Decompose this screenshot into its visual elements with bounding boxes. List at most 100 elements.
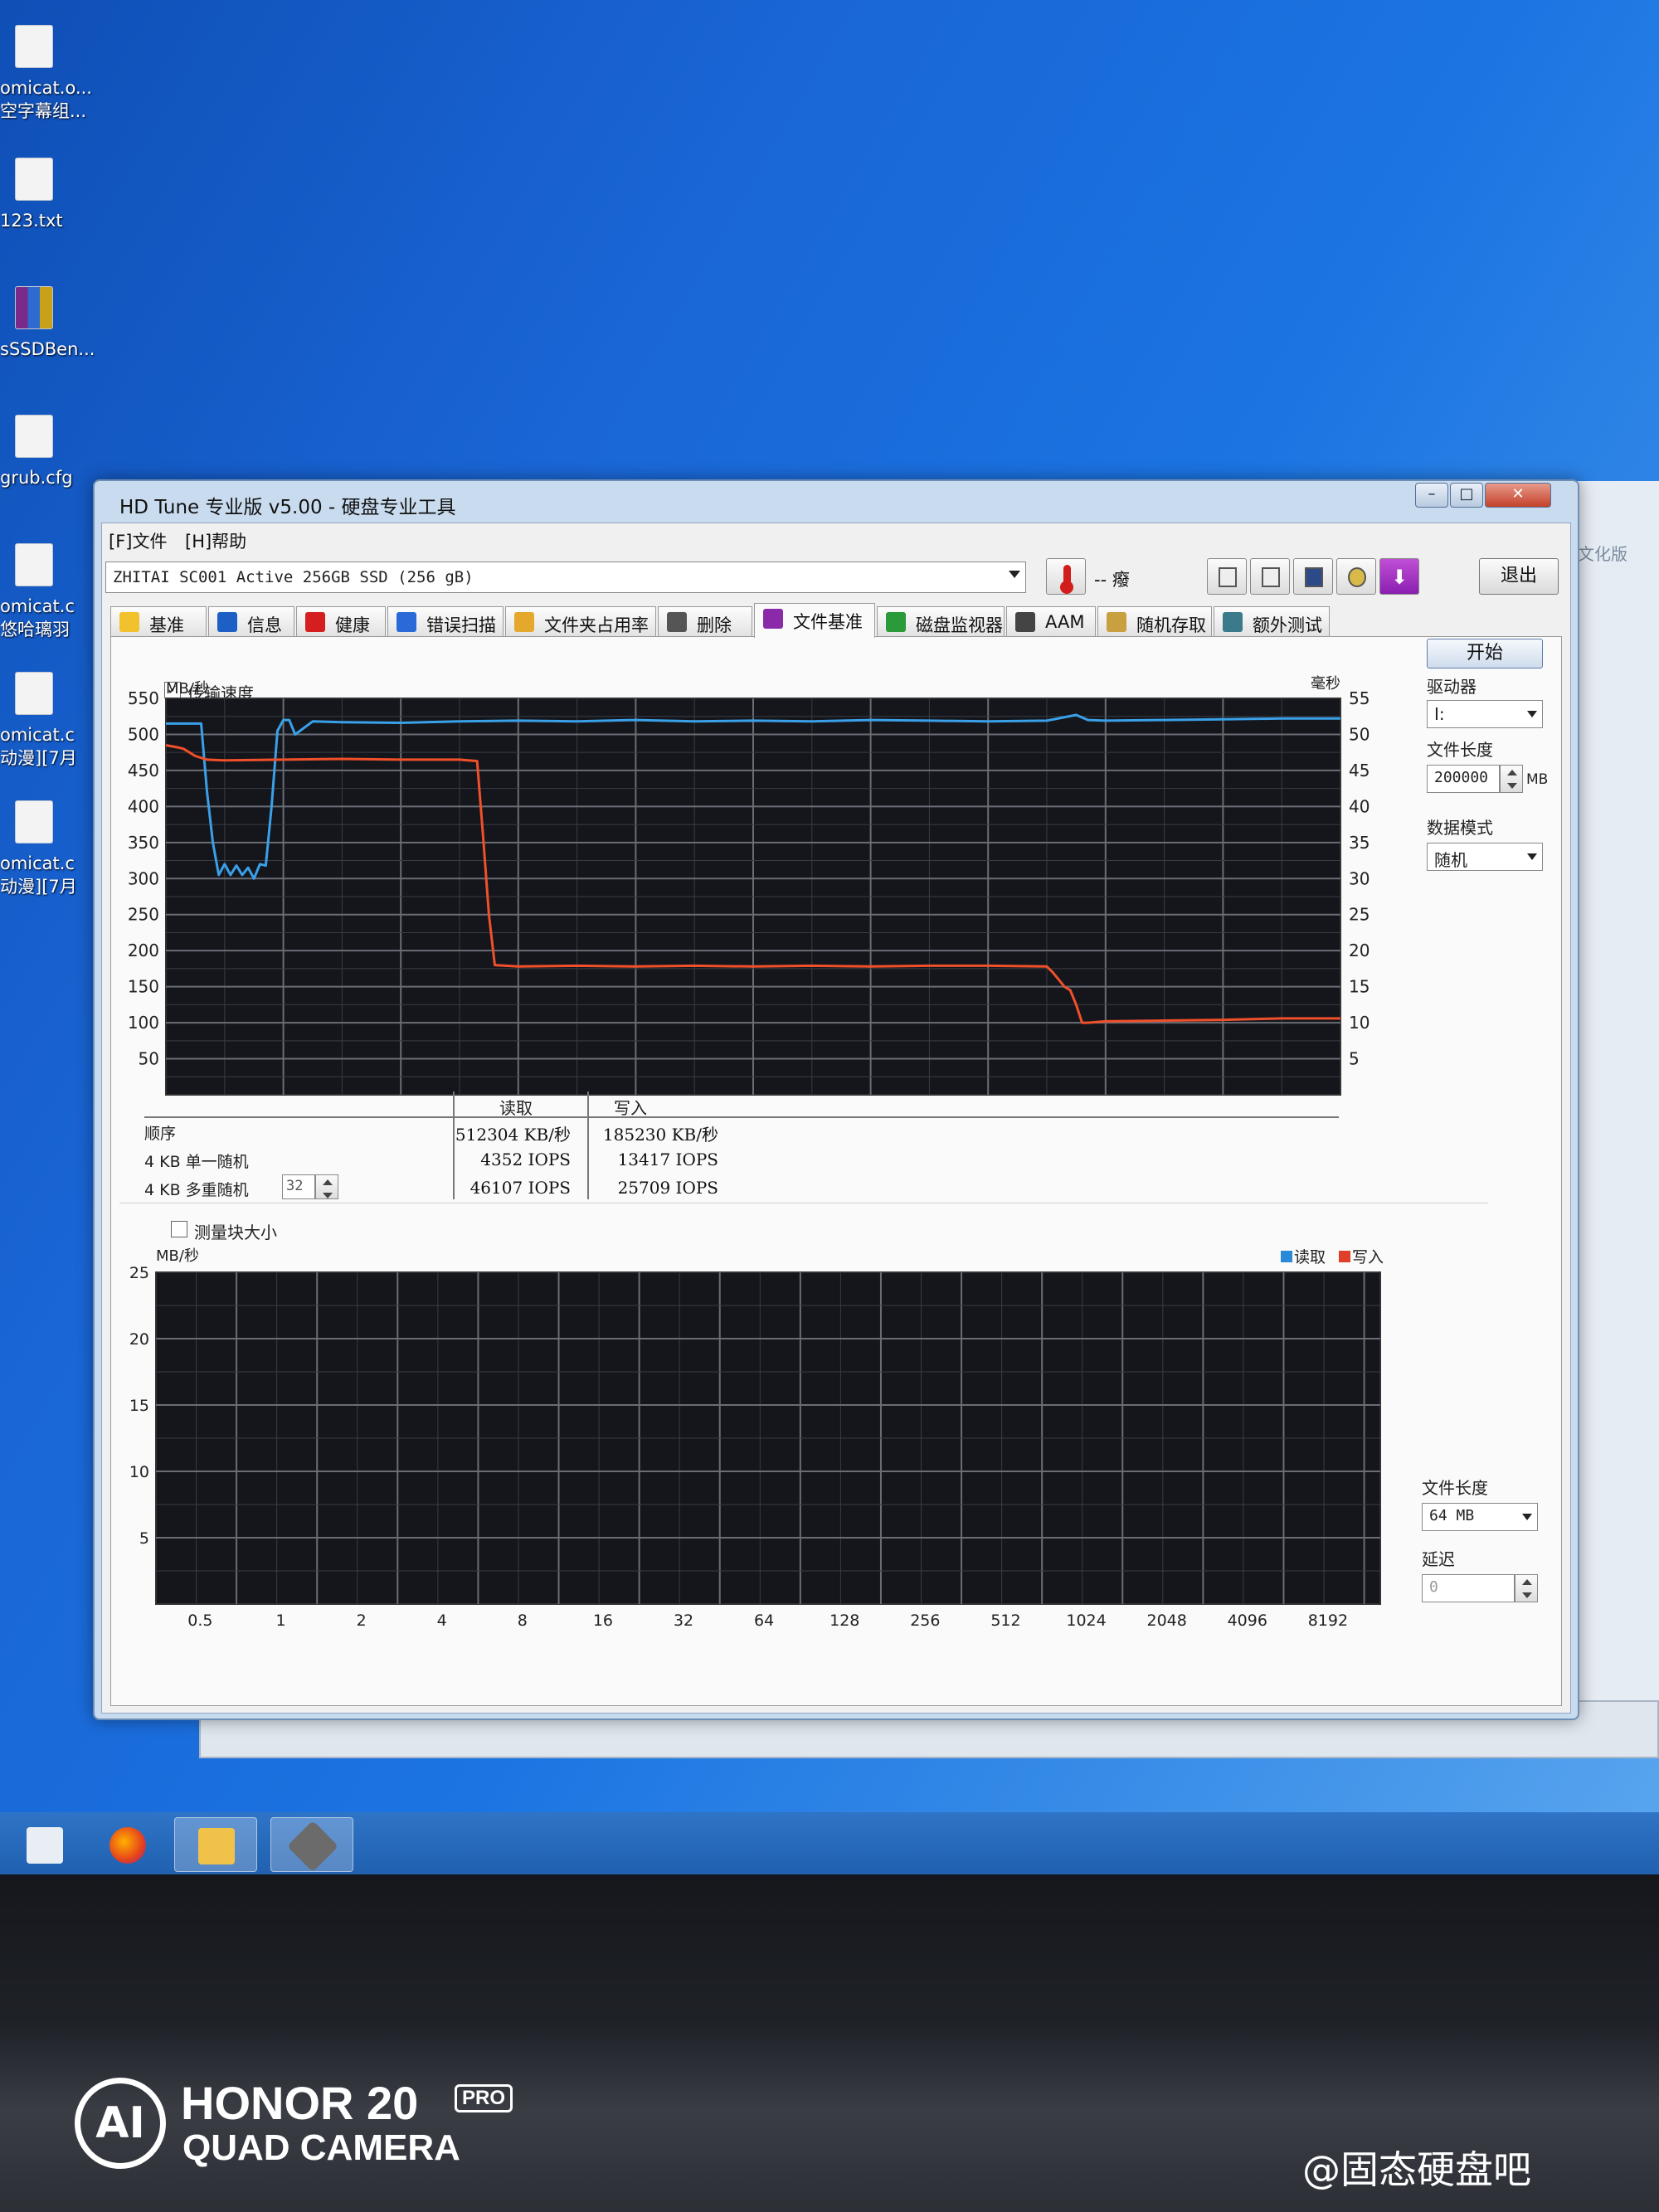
y-tick-label: 250 xyxy=(128,905,159,925)
delay-input[interactable]: 0 xyxy=(1422,1574,1515,1602)
copy-image-button[interactable] xyxy=(1250,558,1290,595)
desktop-icon-label: sSSDBen... xyxy=(0,339,95,359)
taskbar-explorer[interactable] xyxy=(174,1817,257,1872)
desktop-icon-label: 空字幕组... xyxy=(0,101,87,121)
camera-logo: AI xyxy=(75,2078,166,2169)
desktop-icon-label: omicat.o... xyxy=(0,78,92,98)
result-label: 顺序 xyxy=(144,1125,177,1143)
results-divider xyxy=(587,1091,589,1199)
desktop-icon[interactable]: omicat.c 悠哈璃羽 xyxy=(0,543,100,641)
result-write-value: 185230 KB/秒 xyxy=(602,1125,718,1145)
tab-random-access[interactable]: 随机存取 xyxy=(1097,606,1212,636)
taskbar-app-tool[interactable] xyxy=(3,1817,86,1872)
file-length-stepper[interactable] xyxy=(1500,765,1523,793)
menu-help[interactable]: [H]帮助 xyxy=(185,528,246,553)
desktop-icon-label: 悠哈璃羽 xyxy=(0,620,70,639)
tab-disk-monitor[interactable]: 磁盘监视器 xyxy=(877,606,1005,636)
x-tick-label: 0.5 xyxy=(187,1612,212,1630)
random-access-icon xyxy=(1107,612,1126,632)
y2-tick-label: 50 xyxy=(1349,724,1370,744)
tab-benchmark[interactable]: 基准 xyxy=(110,606,207,636)
tab-label: 随机存取 xyxy=(1136,615,1206,635)
tab-info[interactable]: 信息 xyxy=(208,606,294,636)
x-tick-label: 160 xyxy=(1090,1107,1121,1110)
x-tick-label: 32 xyxy=(674,1612,693,1630)
data-mode-value: 随机 xyxy=(1434,850,1467,870)
tab-extra-tests[interactable]: 额外测试 xyxy=(1214,606,1330,636)
queue-depth-stepper[interactable] xyxy=(315,1174,338,1199)
maximize-button[interactable]: □ xyxy=(1450,483,1483,508)
desktop-icon[interactable]: omicat.c 动漫][7月 xyxy=(0,800,100,898)
temperature-readout: -- 癈 xyxy=(1094,570,1130,590)
save-button[interactable] xyxy=(1293,558,1333,595)
drive-select[interactable]: ZHITAI SC001 Active 256GB SSD (256 gB) xyxy=(105,562,1026,593)
camera-badge: PRO xyxy=(455,2084,513,2112)
x-tick-label: 128 xyxy=(830,1612,859,1630)
tab-label: 基准 xyxy=(149,615,184,635)
block-file-length-select[interactable]: 64 MB xyxy=(1422,1503,1538,1531)
y2-tick-label: 5 xyxy=(1349,1049,1360,1069)
drive-letter-select[interactable]: I: xyxy=(1427,700,1543,728)
options-button[interactable] xyxy=(1336,558,1376,595)
exit-button[interactable]: 退出 xyxy=(1479,558,1559,595)
file-icon xyxy=(15,800,53,843)
queue-depth-input[interactable]: 32 xyxy=(282,1174,315,1199)
close-button[interactable]: ✕ xyxy=(1485,483,1551,508)
title-bar[interactable]: HD Tune 专业版 v5.00 - 硬盘专业工具 – □ ✕ xyxy=(95,481,1578,523)
data-mode-select[interactable]: 随机 xyxy=(1427,843,1543,871)
gear-icon xyxy=(1348,567,1366,587)
y2-tick-label: 45 xyxy=(1349,761,1370,780)
folder-usage-icon xyxy=(514,612,534,632)
firefox-icon xyxy=(109,1827,146,1864)
tab-error-scan[interactable]: 错误扫描 xyxy=(387,606,504,636)
taskbar-firefox[interactable] xyxy=(86,1817,169,1872)
transfer-chart: 5010015020025030035040045050055051015202… xyxy=(128,675,1370,1110)
desktop-icon[interactable]: omicat.c 动漫][7月 xyxy=(0,672,100,770)
minimize-button[interactable]: – xyxy=(1415,483,1448,508)
x-tick-label: 8192 xyxy=(1308,1612,1348,1630)
tab-file-benchmark[interactable]: 文件基准 xyxy=(754,603,875,638)
tab-aam[interactable]: AAM xyxy=(1006,606,1096,636)
tab-erase[interactable]: 删除 xyxy=(658,606,752,636)
y-tick-label: 100 xyxy=(128,1013,159,1033)
y-tick-label: 50 xyxy=(139,1049,159,1069)
start-button[interactable]: 开始 xyxy=(1427,639,1543,668)
hdtune-icon xyxy=(286,1820,339,1873)
tab-label: 文件夹占用率 xyxy=(544,615,649,635)
y-tick-label: 150 xyxy=(128,977,159,997)
y2-tick-label: 40 xyxy=(1349,796,1370,816)
desktop-icon[interactable]: sSSDBen... xyxy=(0,286,100,361)
taskbar-hdtune[interactable] xyxy=(270,1817,353,1873)
x-tick-label: 256 xyxy=(910,1612,940,1630)
delay-value: 0 xyxy=(1429,1578,1438,1596)
x-tick-label: 200gB xyxy=(1287,1107,1340,1110)
desktop-icon[interactable]: omicat.o... 空字幕组... xyxy=(0,25,100,123)
tab-folder-usage[interactable]: 文件夹占用率 xyxy=(505,606,656,636)
delay-stepper[interactable] xyxy=(1515,1574,1538,1602)
tab-health[interactable]: 健康 xyxy=(296,606,386,636)
copy-text-button[interactable] xyxy=(1207,558,1247,595)
tab-label: 删除 xyxy=(697,615,732,635)
file-length-input[interactable]: 200000 xyxy=(1427,765,1500,793)
tab-label: 文件基准 xyxy=(793,612,863,632)
disk-monitor-icon xyxy=(886,612,906,632)
y-tick-label: 10 xyxy=(129,1463,149,1481)
file-icon xyxy=(15,25,53,68)
x-tick-label: 4 xyxy=(437,1612,447,1630)
y2-tick-label: 25 xyxy=(1349,905,1370,925)
x-tick-label: 180 xyxy=(1207,1107,1238,1110)
window-title: HD Tune 专业版 v5.00 - 硬盘专业工具 xyxy=(119,497,456,518)
desktop-icon[interactable]: grub.cfg xyxy=(0,415,100,489)
menu-file[interactable]: [F]文件 xyxy=(109,528,167,553)
download-button[interactable]: ⬇ xyxy=(1379,558,1419,595)
desktop-icon-label: omicat.c xyxy=(0,596,75,616)
y-tick-label: 450 xyxy=(128,761,159,780)
y-tick-label: 5 xyxy=(139,1529,149,1548)
temperature-button[interactable] xyxy=(1046,558,1086,595)
data-mode-label: 数据模式 xyxy=(1427,818,1493,838)
desktop-icon[interactable]: 123.txt xyxy=(0,158,100,232)
legend-swatch-0 xyxy=(1281,1251,1292,1262)
y2-tick-label: 35 xyxy=(1349,833,1370,853)
chevron-down-icon xyxy=(1009,571,1020,578)
tab-label: 额外测试 xyxy=(1253,615,1322,635)
